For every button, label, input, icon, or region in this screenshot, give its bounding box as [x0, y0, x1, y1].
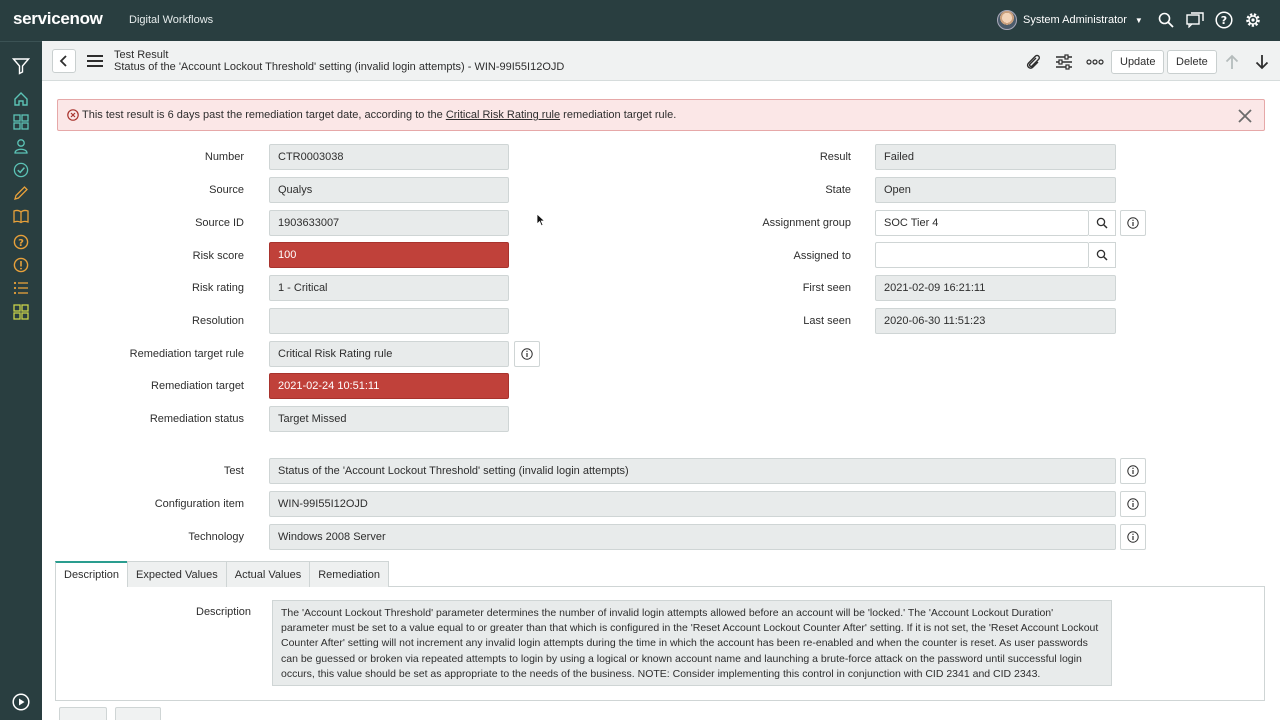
risk-score-label: Risk score — [192, 250, 244, 262]
error-circle-icon — [67, 109, 79, 121]
tab-remediation[interactable]: Remediation — [309, 561, 389, 587]
result-label: Result — [819, 151, 851, 163]
arrow-down-icon[interactable] — [1252, 52, 1272, 72]
risk-rating-label: Risk rating — [192, 282, 244, 294]
description-label: Description — [196, 606, 252, 618]
dashboard-icon[interactable] — [11, 302, 31, 322]
number-field[interactable]: CTR0003038 — [269, 144, 509, 170]
user-menu[interactable]: System Administrator ▼ — [997, 9, 1143, 31]
info-icon[interactable] — [1120, 210, 1146, 236]
assigned-to-label: Assigned to — [793, 250, 851, 262]
info-icon[interactable] — [1120, 458, 1146, 484]
info-icon[interactable] — [514, 341, 540, 367]
svg-text:?: ? — [1221, 14, 1227, 27]
source-label: Source — [209, 184, 244, 196]
state-field[interactable]: Open — [875, 177, 1116, 203]
mouse-cursor-icon — [536, 213, 546, 227]
alert-text-after: remediation target rule. — [560, 109, 677, 121]
risk-rating-field[interactable]: 1 - Critical — [269, 275, 509, 301]
search-icon[interactable] — [1156, 10, 1176, 30]
alert-rule-link[interactable]: Critical Risk Rating rule — [446, 109, 560, 121]
number-label: Number — [204, 151, 244, 163]
test-field[interactable]: Status of the 'Account Lockout Threshold… — [269, 458, 1116, 484]
risk-score-field[interactable]: 100 — [269, 242, 509, 268]
source-id-field[interactable]: 1903633007 — [269, 210, 509, 236]
paperclip-icon[interactable] — [1023, 52, 1043, 72]
info-icon[interactable] — [1120, 524, 1146, 550]
product-subtitle: Digital Workflows — [129, 14, 214, 26]
pencil-icon[interactable] — [11, 183, 31, 203]
book-icon[interactable] — [11, 206, 31, 226]
assignment-group-search-icon[interactable] — [1089, 210, 1116, 236]
configuration-item-field[interactable]: WIN-99I55I12OJD — [269, 491, 1116, 517]
arrow-up-icon[interactable] — [1222, 52, 1242, 72]
user-name: System Administrator — [1023, 14, 1127, 26]
last-seen-label: Last seen — [803, 315, 851, 327]
remediation-target-field[interactable]: 2021-02-24 10:51:11 — [269, 373, 509, 399]
state-label: State — [825, 184, 851, 196]
section-tabs: Description Expected Values Actual Value… — [55, 561, 389, 587]
close-icon[interactable] — [1236, 107, 1254, 125]
remediation-status-label: Remediation status — [149, 413, 244, 425]
hamburger-icon[interactable] — [86, 53, 104, 69]
info-icon[interactable] — [1120, 491, 1146, 517]
configuration-item-label: Configuration item — [154, 498, 244, 510]
first-seen-label: First seen — [802, 282, 851, 294]
remediation-target-label: Remediation target — [151, 380, 244, 392]
assigned-to-search-icon[interactable] — [1089, 242, 1116, 268]
technology-label: Technology — [188, 531, 244, 543]
personalize-form-icon[interactable] — [1054, 52, 1074, 72]
list-icon[interactable] — [11, 278, 31, 298]
result-field[interactable]: Failed — [875, 144, 1116, 170]
form-header: Test Result Status of the 'Account Locko… — [42, 41, 1280, 81]
source-id-label: Source ID — [195, 217, 244, 229]
alert-message: This test result is 6 days past the reme… — [82, 109, 676, 121]
top-banner: servicenow Digital Workflows System Admi… — [0, 0, 1280, 41]
help-icon[interactable]: ? — [1214, 10, 1234, 30]
back-button[interactable] — [52, 49, 76, 73]
bottom-button-stub[interactable] — [115, 707, 161, 720]
chat-icon[interactable] — [1185, 10, 1205, 30]
tab-expected-values[interactable]: Expected Values — [127, 561, 227, 587]
assignment-group-label: Assignment group — [762, 217, 851, 229]
remediation-alert: This test result is 6 days past the reme… — [57, 99, 1265, 131]
question-icon[interactable]: ? — [11, 232, 31, 252]
grid-icon[interactable] — [11, 112, 31, 132]
servicenow-logo[interactable]: servicenow — [13, 9, 103, 29]
delete-button[interactable]: Delete — [1167, 50, 1217, 74]
tab-description[interactable]: Description — [55, 561, 129, 587]
technology-field[interactable]: Windows 2008 Server — [269, 524, 1116, 550]
user-icon[interactable] — [11, 136, 31, 156]
last-seen-field[interactable]: 2020-06-30 11:51:23 — [875, 308, 1116, 334]
bottom-button-stub[interactable] — [59, 707, 107, 720]
remediation-target-rule-field[interactable]: Critical Risk Rating rule — [269, 341, 509, 367]
filter-icon[interactable] — [11, 56, 31, 76]
resolution-field[interactable] — [269, 308, 509, 334]
remediation-status-field[interactable]: Target Missed — [269, 406, 509, 432]
test-label: Test — [223, 465, 244, 477]
source-field[interactable]: Qualys — [269, 177, 509, 203]
tab-actual-values[interactable]: Actual Values — [225, 561, 311, 587]
record-display-name: Status of the 'Account Lockout Threshold… — [114, 61, 565, 73]
gear-icon[interactable] — [1243, 10, 1263, 30]
assignment-group-field[interactable]: SOC Tier 4 — [875, 210, 1089, 236]
avatar — [997, 10, 1017, 30]
record-type-title: Test Result — [114, 49, 169, 61]
first-seen-field[interactable]: 2021-02-09 16:21:11 — [875, 275, 1116, 301]
chevron-down-icon: ▼ — [1134, 15, 1143, 25]
check-circle-icon[interactable] — [11, 160, 31, 180]
left-navigation: ? — [0, 41, 42, 720]
home-icon[interactable] — [11, 89, 31, 109]
remediation-target-rule-label: Remediation target rule — [129, 348, 244, 360]
description-field[interactable]: The 'Account Lockout Threshold' paramete… — [272, 600, 1112, 686]
play-icon[interactable] — [11, 692, 31, 712]
more-options-icon[interactable] — [1085, 52, 1105, 72]
resolution-label: Resolution — [192, 315, 244, 327]
alert-icon[interactable] — [11, 255, 31, 275]
svg-text:?: ? — [18, 238, 24, 249]
update-button[interactable]: Update — [1111, 50, 1165, 74]
alert-text-before: This test result is 6 days past the reme… — [82, 109, 446, 121]
assigned-to-field[interactable] — [875, 242, 1089, 268]
